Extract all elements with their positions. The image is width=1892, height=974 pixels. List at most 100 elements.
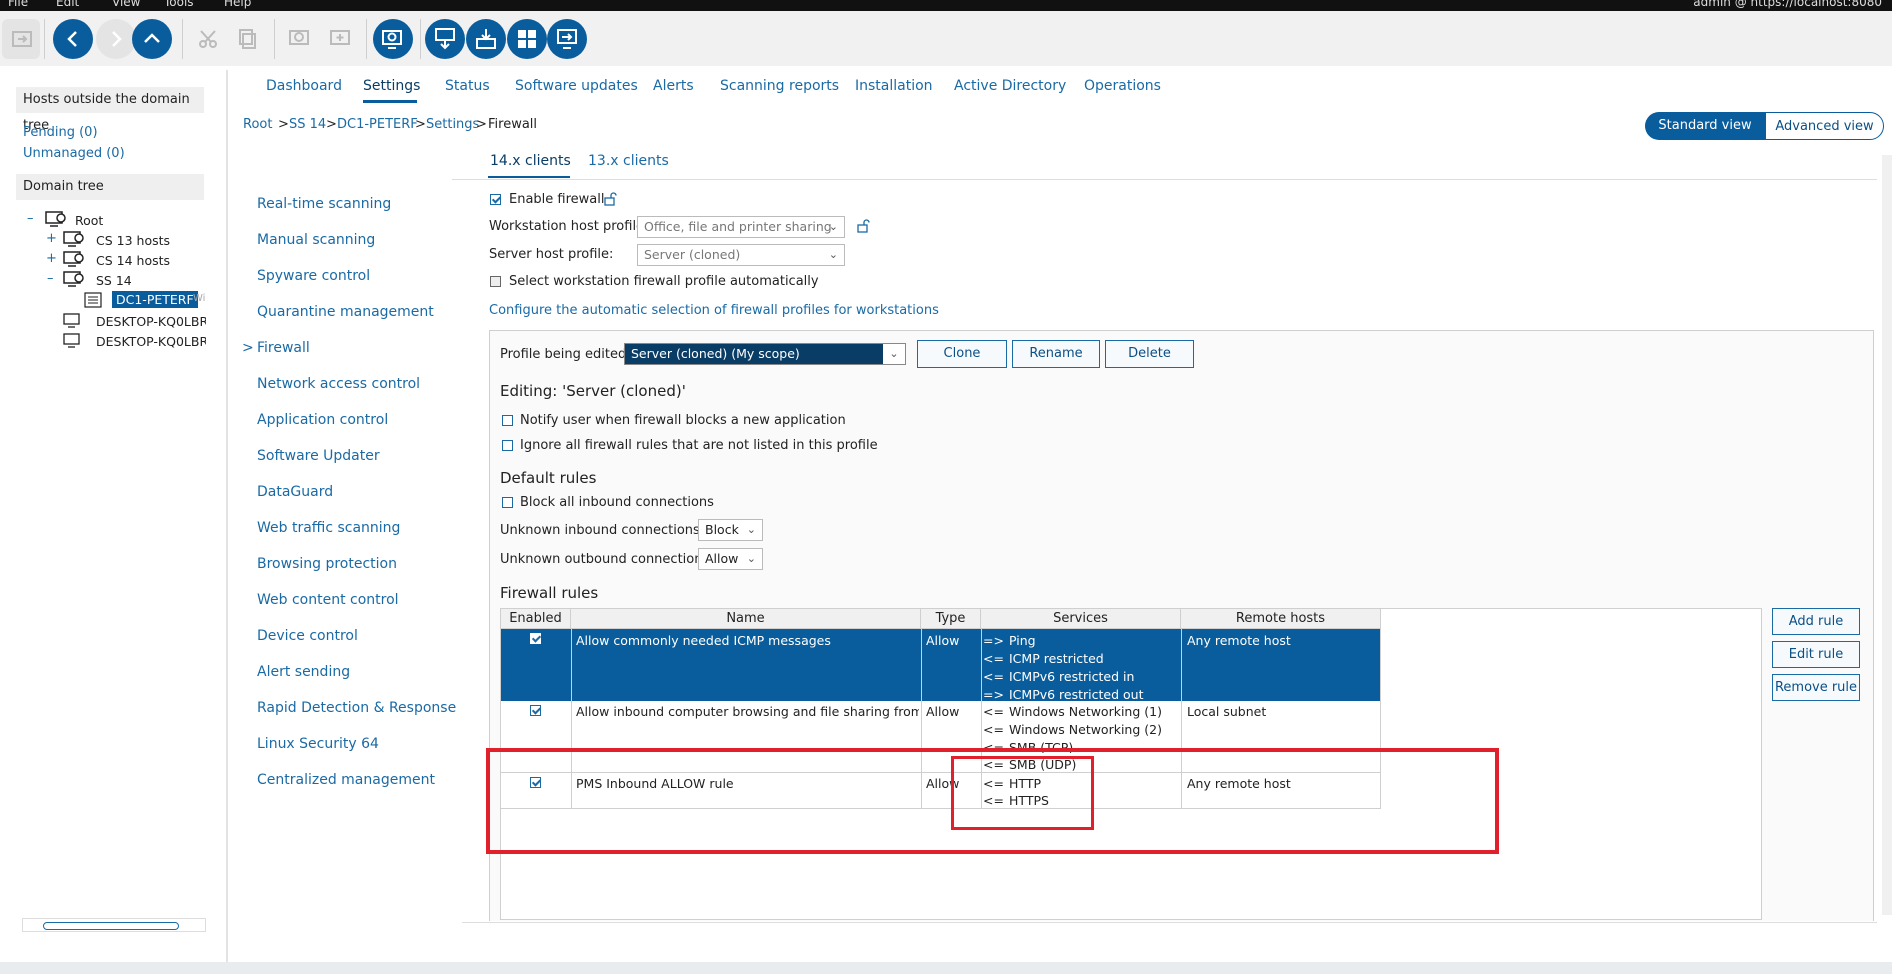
advanced-view-button[interactable]: Advanced view bbox=[1765, 112, 1884, 140]
setting-software-updater[interactable]: Software Updater bbox=[257, 448, 380, 464]
setting-alert-sending[interactable]: Alert sending bbox=[257, 664, 350, 680]
crumb-dc1[interactable]: DC1-PETERF bbox=[337, 117, 418, 132]
forward-icon[interactable] bbox=[96, 19, 136, 59]
crumb-ss14[interactable]: SS 14 bbox=[289, 117, 326, 132]
setting-centralized-management[interactable]: Centralized management bbox=[257, 772, 435, 788]
menu-help[interactable]: Help bbox=[224, 0, 251, 9]
setting-spyware-control[interactable]: Spyware control bbox=[257, 268, 370, 284]
nav-active-directory[interactable]: Active Directory bbox=[954, 78, 1066, 94]
tree-node-root[interactable]: Root bbox=[75, 213, 103, 228]
setting-device-control[interactable]: Device control bbox=[257, 628, 358, 644]
menu-edit[interactable]: Edit bbox=[56, 0, 79, 9]
nav-software-updates[interactable]: Software updates bbox=[515, 78, 638, 94]
rename-button[interactable]: Rename bbox=[1012, 340, 1100, 368]
server-profile-select[interactable]: Server (cloned) ⌄ bbox=[637, 244, 845, 266]
setting-manual-scanning[interactable]: Manual scanning bbox=[257, 232, 375, 248]
rule-enabled-checkbox[interactable] bbox=[530, 705, 541, 716]
tree-node-cs13[interactable]: CS 13 hosts bbox=[96, 233, 170, 248]
rule-enabled-checkbox[interactable] bbox=[530, 633, 541, 644]
auto-select-profile-checkbox[interactable] bbox=[490, 276, 501, 287]
setting-web-content-control[interactable]: Web content control bbox=[257, 592, 399, 608]
tree-node-cs14[interactable]: CS 14 hosts bbox=[96, 253, 170, 268]
workstation-profile-select[interactable]: Office, file and printer sharing ⌄ bbox=[637, 216, 845, 238]
tree-horizontal-scrollbar[interactable] bbox=[22, 918, 206, 932]
crumb-root[interactable]: Root bbox=[243, 117, 272, 132]
scrollbar-thumb[interactable] bbox=[43, 922, 179, 930]
tab-14x-clients[interactable]: 14.x clients bbox=[490, 153, 571, 169]
copy-icon[interactable] bbox=[228, 19, 268, 59]
setting-dataguard[interactable]: DataGuard bbox=[257, 484, 333, 500]
pending-link[interactable]: Pending (0) bbox=[23, 125, 98, 140]
nav-scanning-reports[interactable]: Scanning reports bbox=[720, 78, 839, 94]
setting-real-time-scanning[interactable]: Real-time scanning bbox=[257, 196, 391, 212]
back-icon[interactable] bbox=[53, 19, 93, 59]
unmanaged-link[interactable]: Unmanaged (0) bbox=[23, 146, 125, 161]
ignore-rules-checkbox[interactable] bbox=[502, 440, 513, 451]
setting-browsing-protection[interactable]: Browsing protection bbox=[257, 556, 397, 572]
collapse-root[interactable]: – bbox=[27, 211, 34, 226]
settings-add-icon[interactable] bbox=[280, 19, 320, 59]
remove-rule-button[interactable]: Remove rule bbox=[1772, 674, 1860, 701]
column-header-remote-hosts[interactable]: Remote hosts bbox=[1181, 609, 1381, 629]
cut-icon[interactable] bbox=[188, 19, 228, 59]
menu-tools[interactable]: Tools bbox=[164, 0, 194, 9]
chevron-down-icon: ⌄ bbox=[746, 523, 756, 536]
tree-node-desktop-2[interactable]: DESKTOP-KQ0LBRE bbox=[96, 334, 206, 349]
setting-quarantine-management[interactable]: Quarantine management bbox=[257, 304, 434, 320]
pane-divider[interactable] bbox=[226, 70, 228, 962]
nav-installation[interactable]: Installation bbox=[855, 78, 933, 94]
block-inbound-checkbox[interactable] bbox=[502, 497, 513, 508]
edit-rule-button[interactable]: Edit rule bbox=[1772, 641, 1860, 668]
setting-rapid-detection-response[interactable]: Rapid Detection & Response bbox=[257, 700, 456, 716]
column-header-enabled[interactable]: Enabled bbox=[501, 609, 571, 629]
standard-view-button[interactable]: Standard view bbox=[1645, 112, 1765, 140]
setting-linux-security-64[interactable]: Linux Security 64 bbox=[257, 736, 379, 752]
menu-view[interactable]: View bbox=[112, 0, 140, 9]
remote-desktop-icon[interactable] bbox=[547, 19, 587, 59]
nav-settings[interactable]: Settings bbox=[363, 78, 420, 94]
add-rule-button[interactable]: Add rule bbox=[1772, 608, 1860, 635]
group-icon bbox=[63, 270, 87, 292]
setting-application-control[interactable]: Application control bbox=[257, 412, 388, 428]
column-header-services[interactable]: Services bbox=[981, 609, 1181, 629]
windows-icon[interactable] bbox=[507, 19, 547, 59]
root-icon bbox=[45, 210, 69, 232]
nav-dashboard[interactable]: Dashboard bbox=[266, 78, 342, 94]
tree-node-desktop-1[interactable]: DESKTOP-KQ0LBRE bbox=[96, 314, 206, 329]
column-header-name[interactable]: Name bbox=[571, 609, 921, 629]
deploy-icon[interactable] bbox=[425, 19, 465, 59]
enable-firewall-checkbox[interactable] bbox=[490, 194, 501, 205]
lock-open-icon[interactable] bbox=[603, 192, 617, 210]
collapse-ss14[interactable]: – bbox=[47, 271, 54, 286]
delete-button[interactable]: Delete bbox=[1105, 340, 1194, 368]
unknown-inbound-select[interactable]: Block ⌄ bbox=[698, 519, 763, 541]
expand-cs13[interactable]: + bbox=[46, 231, 57, 246]
export-icon[interactable] bbox=[2, 19, 40, 59]
expand-cs14[interactable]: + bbox=[46, 251, 57, 266]
tab-13x-clients[interactable]: 13.x clients bbox=[588, 153, 669, 169]
notify-user-checkbox[interactable] bbox=[502, 415, 513, 426]
add-icon[interactable] bbox=[320, 19, 360, 59]
main-vertical-scrollbar[interactable] bbox=[1882, 155, 1892, 915]
setting-firewall[interactable]: Firewall bbox=[257, 340, 310, 356]
unknown-outbound-select[interactable]: Allow ⌄ bbox=[698, 548, 763, 570]
profile-being-edited-select[interactable]: Server (cloned) (My scope) ⌄ bbox=[624, 343, 906, 365]
install-icon[interactable] bbox=[466, 19, 506, 59]
computer-settings-icon[interactable] bbox=[373, 19, 413, 59]
menu-file[interactable]: File bbox=[8, 0, 28, 9]
lock-open-icon[interactable] bbox=[856, 219, 870, 237]
table-row[interactable]: Allow commonly needed ICMP messages Allo… bbox=[501, 629, 1380, 702]
tree-node-dc1-selected[interactable]: DC1-PETERF bbox=[112, 291, 198, 308]
setting-network-access-control[interactable]: Network access control bbox=[257, 376, 420, 392]
clone-button[interactable]: Clone bbox=[917, 340, 1007, 368]
tree-node-ss14[interactable]: SS 14 bbox=[96, 273, 132, 288]
column-header-type[interactable]: Type bbox=[921, 609, 981, 629]
up-icon[interactable] bbox=[132, 19, 172, 59]
crumb-settings[interactable]: Settings bbox=[426, 117, 479, 132]
nav-alerts[interactable]: Alerts bbox=[653, 78, 694, 94]
nav-status[interactable]: Status bbox=[445, 78, 490, 94]
nav-operations[interactable]: Operations bbox=[1084, 78, 1161, 94]
configure-auto-selection-link[interactable]: Configure the automatic selection of fir… bbox=[489, 303, 939, 318]
setting-web-traffic-scanning[interactable]: Web traffic scanning bbox=[257, 520, 400, 536]
menu-bar: File Edit View Tools Help admin @ https:… bbox=[0, 0, 1892, 11]
